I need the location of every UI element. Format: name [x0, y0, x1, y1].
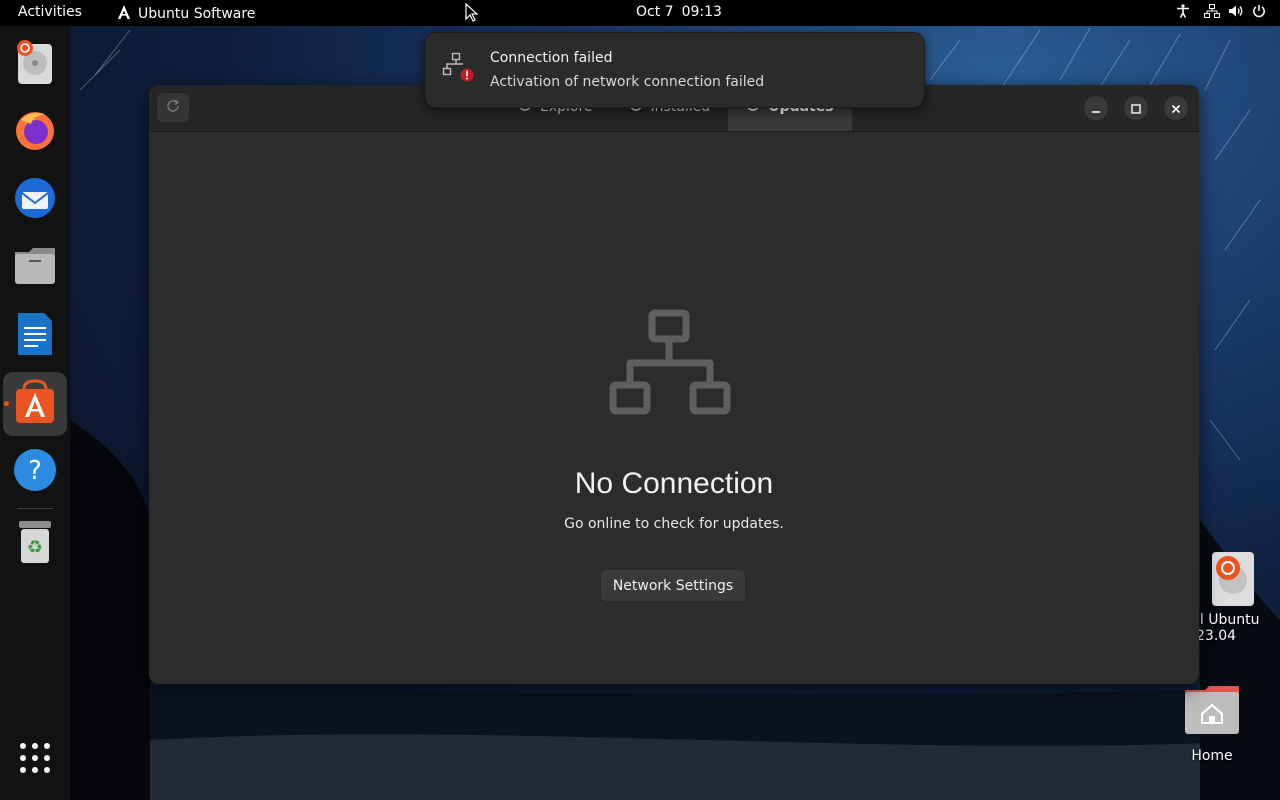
install-ubuntu-desktop-icon	[1186, 550, 1274, 612]
running-indicator	[4, 401, 9, 406]
empty-state: No Connection Go online to check for upd…	[149, 131, 1199, 684]
time-label: 09:13	[681, 4, 722, 20]
empty-state-subtitle: Go online to check for updates.	[564, 516, 784, 532]
dock-firefox[interactable]	[3, 100, 67, 164]
svg-text:♻: ♻	[27, 537, 43, 558]
notification-banner[interactable]: Connection failed Activation of network …	[424, 32, 925, 108]
close-button[interactable]	[1164, 96, 1188, 120]
dock-files[interactable]	[3, 236, 67, 300]
refresh-icon	[165, 98, 181, 118]
files-icon	[13, 246, 57, 290]
help-icon: ?	[12, 447, 58, 497]
ubuntu-software-icon	[116, 4, 132, 24]
ubuntu-software-dock-icon	[12, 379, 58, 429]
writer-icon	[16, 311, 54, 361]
mouse-cursor-icon	[465, 2, 479, 27]
dock-separator	[17, 508, 53, 509]
svg-text:?: ?	[28, 456, 42, 486]
app-grid-icon	[19, 742, 51, 778]
desktop-install-label: ll Ubuntu 23.04	[1196, 612, 1260, 644]
date-label: Oct 7	[636, 4, 674, 20]
power-icon	[1252, 4, 1266, 22]
accessibility-icon[interactable]	[1176, 4, 1190, 22]
top-bar: Activities Ubuntu Software Oct 7 09:13	[0, 0, 1280, 26]
home-label: Home	[1191, 748, 1233, 764]
show-apps-button[interactable]	[3, 728, 67, 792]
network-settings-button[interactable]: Network Settings	[600, 569, 746, 602]
network-error-icon	[441, 51, 475, 89]
dock-ubuntu-software[interactable]	[3, 372, 67, 436]
dock-libreoffice-writer[interactable]	[3, 304, 67, 368]
home-folder-icon	[1172, 684, 1252, 740]
desktop-home[interactable]: Home	[1172, 684, 1252, 764]
notification-body: Activation of network connection failed	[490, 74, 765, 90]
clock[interactable]: Oct 7 09:13	[636, 4, 722, 20]
minimize-icon	[1091, 99, 1101, 118]
minimize-button[interactable]	[1084, 96, 1108, 120]
network-icon	[1204, 4, 1220, 22]
thunderbird-icon	[12, 176, 58, 224]
dock-install-ubuntu[interactable]	[3, 32, 67, 96]
refresh-button[interactable]	[157, 93, 189, 122]
maximize-icon	[1131, 99, 1141, 118]
dock: ? ♻	[0, 26, 70, 800]
app-menu-label: Ubuntu Software	[138, 6, 256, 22]
firefox-icon	[13, 108, 57, 156]
dock-help[interactable]: ?	[3, 440, 67, 504]
dock-thunderbird[interactable]	[3, 168, 67, 232]
ubuntu-software-window: Explore Installed Updates	[149, 85, 1199, 684]
activities-button[interactable]: Activities	[18, 4, 82, 20]
notification-title: Connection failed	[490, 50, 613, 66]
network-disconnected-icon	[609, 309, 731, 419]
volume-icon	[1228, 4, 1244, 22]
system-menu[interactable]	[1204, 4, 1266, 22]
system-tray	[1176, 4, 1266, 22]
trash-icon: ♻	[15, 519, 55, 569]
install-ubuntu-icon	[13, 38, 57, 90]
dock-trash[interactable]: ♻	[3, 512, 67, 576]
app-menu[interactable]: Ubuntu Software	[116, 4, 255, 24]
close-icon	[1171, 99, 1181, 118]
empty-state-title: No Connection	[574, 467, 774, 500]
maximize-button[interactable]	[1124, 96, 1148, 120]
